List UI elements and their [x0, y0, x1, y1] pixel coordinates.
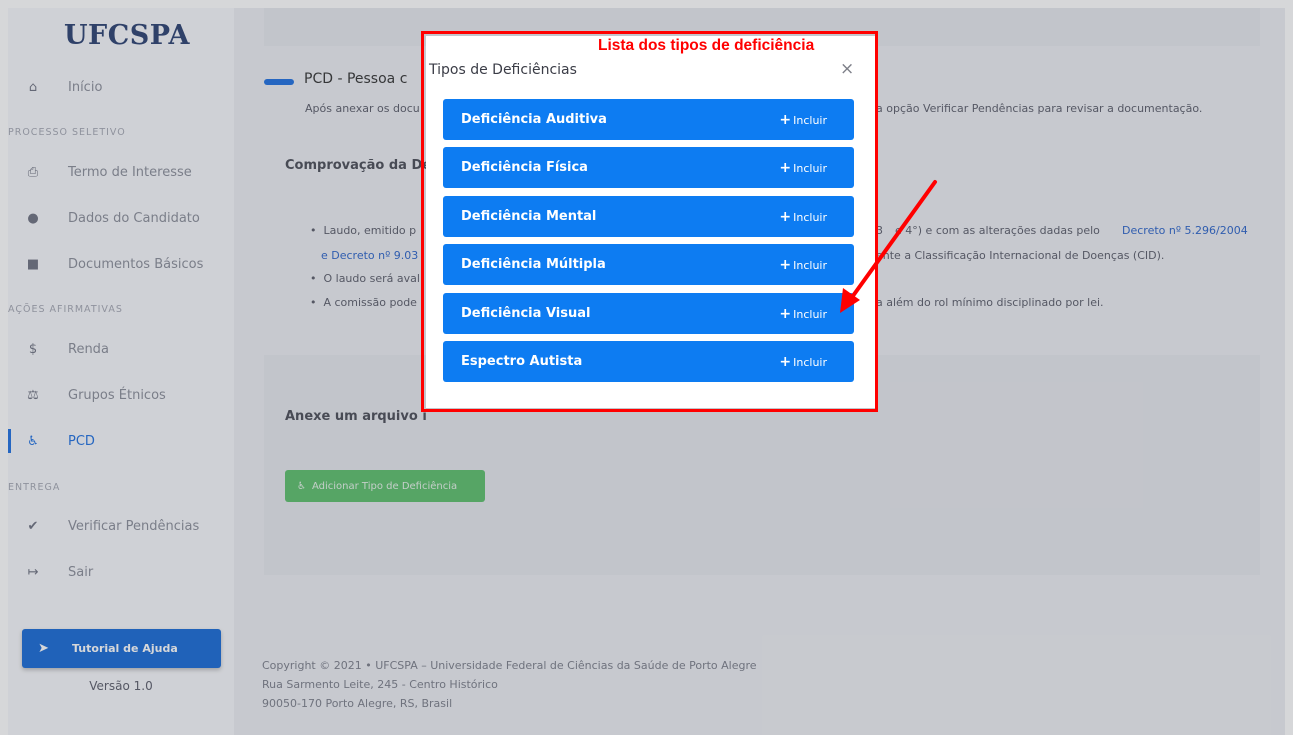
annotation-arrow [840, 180, 937, 313]
